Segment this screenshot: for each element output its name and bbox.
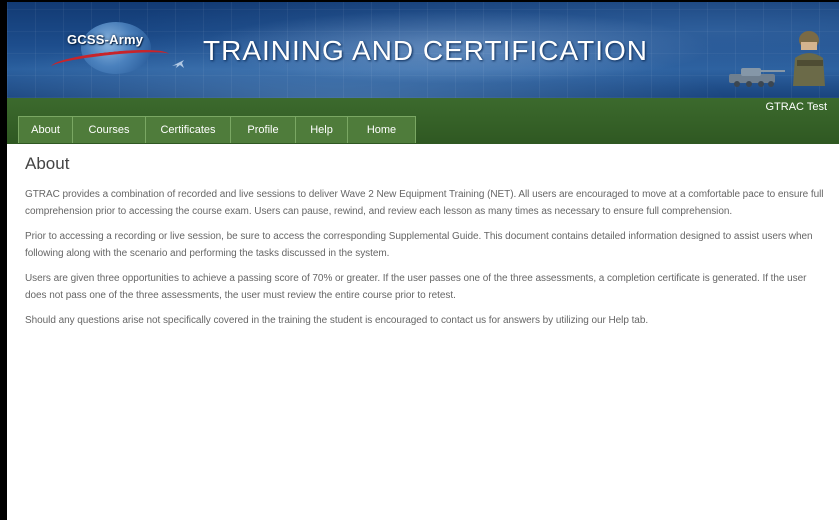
gcss-army-logo[interactable]: GCSS-Army: [50, 22, 170, 76]
vehicle-icon: [729, 68, 785, 87]
soldier-icon: [793, 31, 825, 86]
nav-item-courses[interactable]: Courses: [73, 117, 146, 143]
nav-item-about[interactable]: About: [19, 117, 73, 143]
nav-item-profile[interactable]: Profile: [231, 117, 296, 143]
browser-frame: GCSS-Army TRAINING AND CERTIFICATION GTR…: [0, 0, 839, 520]
user-name: GTRAC Test: [765, 101, 827, 113]
paragraph-supplemental-guide: Prior to accessing a recording or live s…: [25, 231, 813, 259]
header-banner: GCSS-Army TRAINING AND CERTIFICATION: [7, 2, 839, 98]
paragraph-assessments: Users are given three opportunities to a…: [25, 273, 807, 301]
nav-item-certificates[interactable]: Certificates: [146, 117, 231, 143]
paragraph-help: Should any questions arise not specifica…: [25, 315, 649, 326]
logo-text: GCSS-Army: [67, 32, 144, 47]
plane-icon: [172, 60, 184, 68]
banner-title: TRAINING AND CERTIFICATION: [203, 35, 648, 66]
nav-item-help[interactable]: Help: [296, 117, 348, 143]
page-title: About: [25, 154, 70, 173]
main-content: About GTRAC provides a combination of re…: [25, 154, 825, 337]
nav-item-home[interactable]: Home: [348, 117, 416, 143]
main-nav: About Courses Certificates Profile Help …: [18, 116, 416, 143]
paragraph-intro: GTRAC provides a combination of recorded…: [25, 189, 824, 217]
